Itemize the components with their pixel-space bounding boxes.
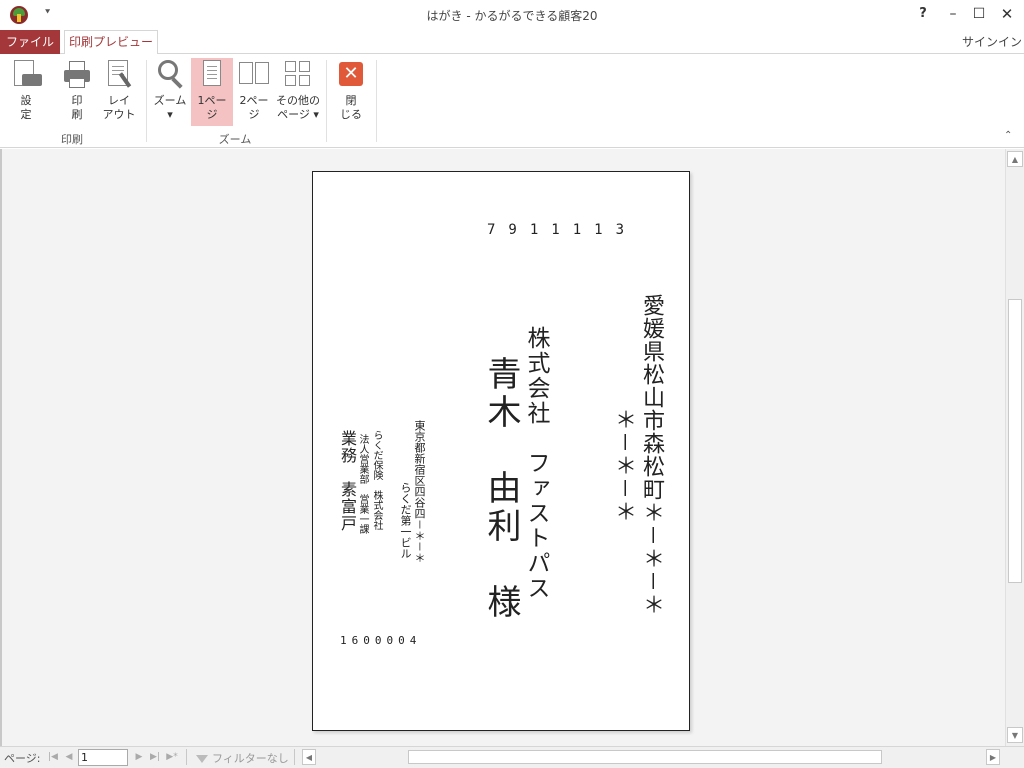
recipient-address-line-2: ＊－＊－＊ — [611, 408, 636, 524]
sender-address-line-2: らくだ第一ビル — [399, 482, 412, 559]
scroll-up-icon[interactable]: ▲ — [1007, 151, 1023, 167]
zoom-group-label: ズーム — [218, 133, 252, 146]
page-setup-button[interactable]: 設 定 — [6, 58, 46, 126]
horizontal-scrollbar[interactable]: ◀ ▶ — [300, 749, 1002, 766]
layout-icon — [103, 58, 135, 90]
magnifier-icon — [154, 58, 186, 90]
scroll-left-icon[interactable]: ◀ — [302, 749, 316, 765]
ribbon-separator — [146, 60, 147, 142]
first-page-icon[interactable]: |◀ — [46, 749, 60, 765]
sender-company: らくだ保険 株式会社 — [371, 430, 382, 530]
nav-separator — [294, 749, 295, 765]
close-preview-icon: ✕ — [335, 58, 367, 90]
filter-icon — [196, 755, 208, 763]
layout-label: レイ アウト — [102, 94, 136, 121]
recipient-name: 青木 由利 様 — [481, 356, 521, 622]
previous-page-icon[interactable]: ◀ — [62, 749, 76, 765]
page-label: ページ: — [4, 752, 41, 765]
record-navigation-bar: ページ: |◀ ◀ 1 ▶ ▶| ▶* フィルターなし ◀ ▶ — [0, 746, 1024, 768]
tab-file[interactable]: ファイル — [0, 30, 60, 54]
help-button[interactable]: ? — [912, 4, 934, 24]
scroll-down-icon[interactable]: ▼ — [1007, 727, 1023, 743]
page-setup-icon — [10, 58, 42, 90]
postcard-page: 7911113 愛媛県松山市森松町＊－＊－＊ ＊－＊－＊ 株式会社 ファストパス… — [312, 171, 690, 731]
filter-status[interactable]: フィルターなし — [196, 750, 289, 766]
ribbon-separator — [326, 60, 327, 142]
vertical-scroll-thumb[interactable] — [1008, 299, 1022, 583]
zoom-button[interactable]: ズーム ▾ — [150, 58, 190, 126]
minimize-button[interactable]: – — [942, 4, 964, 24]
print-label: 印 刷 — [71, 94, 83, 121]
new-record-icon[interactable]: ▶* — [165, 749, 179, 765]
ribbon: 設 定 印 刷 レイ アウト 印刷 ズーム ▾ 1ペー ジ 2ペー ジ その他の… — [0, 54, 1024, 148]
print-preview-area: 7911113 愛媛県松山市森松町＊－＊－＊ ＊－＊－＊ 株式会社 ファストパス… — [0, 149, 1005, 746]
signin-link[interactable]: サインイン — [962, 33, 1022, 50]
ribbon-tabs: ファイル 印刷プレビュー サインイン — [0, 30, 1024, 55]
one-page-icon — [196, 58, 228, 90]
maximize-button[interactable]: ☐ — [968, 4, 990, 24]
window-title: はがき - かるがるできる顧客20 — [426, 9, 598, 23]
ribbon-separator — [376, 60, 377, 142]
sender-name: 業務 素富戸 — [338, 430, 357, 532]
scroll-right-icon[interactable]: ▶ — [986, 749, 1000, 765]
vertical-scrollbar[interactable]: ▲ ▼ — [1005, 149, 1024, 746]
recipient-address-line-1: 愛媛県松山市森松町＊－＊－＊ — [639, 294, 664, 617]
layout-button[interactable]: レイ アウト — [99, 58, 139, 126]
printer-icon — [61, 58, 93, 90]
next-page-icon[interactable]: ▶ — [132, 749, 146, 765]
recipient-postal-code: 7911113 — [487, 222, 638, 238]
print-group-label: 印刷 — [61, 133, 83, 146]
zoom-label: ズーム ▾ — [153, 94, 187, 121]
title-bar: ⯆ はがき - かるがるできる顧客20 ? – ☐ ✕ — [0, 0, 1024, 30]
last-page-icon[interactable]: ▶| — [148, 749, 162, 765]
nav-separator — [186, 749, 187, 765]
page-setup-label: 設 定 — [20, 94, 32, 121]
sender-address-line-1: 東京都新宿区四谷四－＊－＊ — [413, 420, 426, 563]
two-pages-button[interactable]: 2ペー ジ — [234, 58, 274, 126]
more-pages-label: その他の ページ ▾ — [276, 94, 320, 121]
one-page-label: 1ペー ジ — [197, 94, 227, 121]
close-preview-button[interactable]: ✕ 閉 じる — [331, 58, 371, 126]
sender-postal-code: 1600004 — [340, 634, 422, 647]
current-page-input[interactable]: 1 — [78, 749, 128, 766]
filter-label: フィルターなし — [212, 752, 289, 765]
two-pages-label: 2ペー ジ — [239, 94, 269, 121]
more-pages-button[interactable]: その他の ページ ▾ — [274, 58, 322, 126]
one-page-button[interactable]: 1ペー ジ — [191, 58, 233, 126]
multiple-pages-icon — [282, 58, 314, 90]
collapse-ribbon-icon[interactable]: ⌃ — [1004, 130, 1012, 141]
close-preview-label: 閉 じる — [340, 94, 362, 121]
print-button[interactable]: 印 刷 — [57, 58, 97, 126]
tab-print-preview[interactable]: 印刷プレビュー — [64, 30, 158, 55]
two-pages-icon — [238, 58, 270, 90]
close-window-button[interactable]: ✕ — [996, 4, 1018, 24]
horizontal-scroll-thumb[interactable] — [408, 750, 882, 764]
